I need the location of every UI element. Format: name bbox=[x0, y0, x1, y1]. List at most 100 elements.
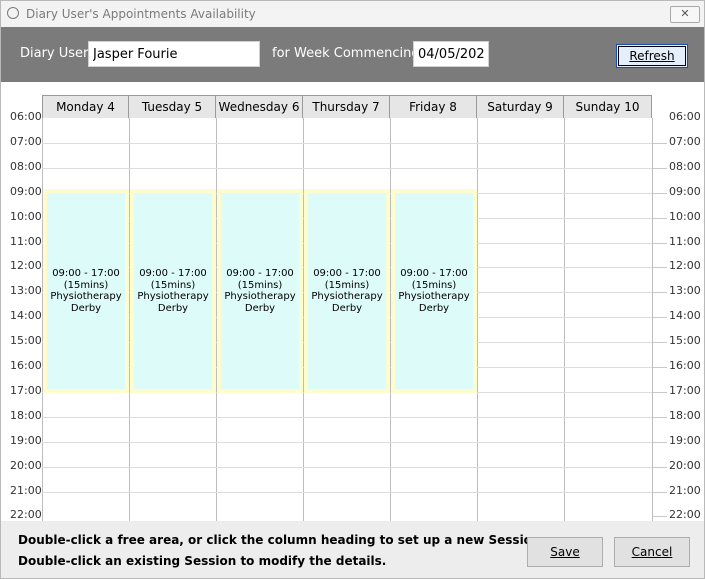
time-label-right: 16:00 bbox=[669, 359, 701, 372]
time-label-right: 20:00 bbox=[669, 459, 701, 472]
title-bar: Diary User's Appointments Availability ✕ bbox=[1, 1, 704, 27]
refresh-label: Refresh bbox=[629, 49, 675, 63]
grid-hour-line bbox=[42, 168, 652, 169]
week-commencing-field[interactable] bbox=[413, 41, 489, 67]
grid-hour-line bbox=[42, 492, 652, 493]
time-label-left: 19:00 bbox=[10, 434, 42, 447]
time-label-right: 12:00 bbox=[669, 259, 701, 272]
time-label-left: 22:00 bbox=[10, 508, 42, 521]
time-label-right: 08:00 bbox=[669, 160, 701, 173]
session-block[interactable]: 09:00 - 17:00 (15mins) Physiotherapy Derby bbox=[391, 189, 477, 393]
time-label-right: 18:00 bbox=[669, 409, 701, 422]
day-heading[interactable]: Tuesday 5 bbox=[129, 95, 216, 118]
time-label-left: 15:00 bbox=[10, 334, 42, 347]
time-tick bbox=[653, 218, 667, 219]
cancel-label: Cancel bbox=[631, 545, 673, 559]
close-button[interactable]: ✕ bbox=[670, 6, 700, 23]
time-tick bbox=[653, 168, 667, 169]
time-tick bbox=[653, 392, 667, 393]
hint-modify-session: Double-click an existing Session to modi… bbox=[18, 554, 387, 568]
save-label: Save bbox=[550, 545, 580, 559]
day-heading[interactable]: Monday 4 bbox=[42, 95, 129, 118]
grid-hour-line bbox=[42, 143, 652, 144]
app-icon bbox=[7, 7, 19, 19]
grid-column-line bbox=[564, 118, 565, 521]
time-label-right: 22:00 bbox=[669, 508, 701, 521]
day-heading[interactable]: Sunday 10 bbox=[564, 95, 652, 118]
time-label-right: 21:00 bbox=[669, 484, 701, 497]
diary-user-field[interactable] bbox=[88, 41, 260, 67]
time-tick bbox=[653, 342, 667, 343]
time-label-right: 17:00 bbox=[669, 384, 701, 397]
week-commencing-label: for Week Commencing bbox=[272, 46, 420, 61]
diary-user-label: Diary User bbox=[20, 46, 89, 61]
time-label-left: 17:00 bbox=[10, 384, 42, 397]
time-label-left: 21:00 bbox=[10, 484, 42, 497]
time-label-left: 16:00 bbox=[10, 359, 42, 372]
time-tick bbox=[653, 492, 667, 493]
grid-hour-line bbox=[42, 417, 652, 418]
session-type: Physiotherapy bbox=[398, 291, 470, 302]
session-interval: (15mins) bbox=[324, 279, 370, 291]
week-calendar[interactable]: 06:00 06:00 07:00 07:00 08:00 08:00 09:00 09:00… bbox=[1, 82, 704, 521]
session-block[interactable]: 09:00 - 17:00 (15mins) Physiotherapy Derby bbox=[217, 189, 303, 393]
refresh-button[interactable]: Refresh bbox=[616, 44, 688, 68]
close-icon: ✕ bbox=[680, 7, 690, 20]
session-type: Physiotherapy bbox=[224, 291, 296, 302]
time-label-right: 13:00 bbox=[669, 284, 701, 297]
time-label-left: 07:00 bbox=[10, 135, 42, 148]
time-tick bbox=[653, 193, 667, 194]
day-heading[interactable]: Wednesday 6 bbox=[216, 95, 303, 118]
session-time: 09:00 - 17:00 bbox=[313, 268, 381, 279]
time-label-right: 11:00 bbox=[669, 235, 701, 248]
time-label-right: 07:00 bbox=[669, 135, 701, 148]
time-label-left: 10:00 bbox=[10, 210, 42, 223]
time-tick bbox=[653, 467, 667, 468]
time-tick bbox=[653, 317, 667, 318]
time-tick bbox=[653, 143, 667, 144]
session-time: 09:00 - 17:00 bbox=[226, 268, 294, 279]
time-label-left: 09:00 bbox=[10, 185, 42, 198]
session-block[interactable]: 09:00 - 17:00 (15mins) Physiotherapy Derby bbox=[130, 189, 216, 393]
cancel-button[interactable]: Cancel bbox=[614, 537, 690, 567]
grid-column-line bbox=[652, 118, 653, 521]
time-label-right: 19:00 bbox=[669, 434, 701, 447]
day-heading[interactable]: Friday 8 bbox=[390, 95, 477, 118]
session-time: 09:00 - 17:00 bbox=[139, 268, 207, 279]
time-label-left: 08:00 bbox=[10, 160, 42, 173]
grid-hour-line bbox=[42, 467, 652, 468]
session-location: Derby bbox=[331, 302, 363, 314]
filter-bar: Diary User for Week Commencing bbox=[1, 27, 704, 82]
time-label-left: 18:00 bbox=[10, 409, 42, 422]
time-tick bbox=[653, 367, 667, 368]
window-title: Diary User's Appointments Availability bbox=[26, 7, 256, 21]
session-interval: (15mins) bbox=[411, 279, 457, 291]
time-label-left: 12:00 bbox=[10, 259, 42, 272]
session-location: Derby bbox=[70, 302, 102, 314]
time-label-left: 06:00 bbox=[10, 110, 42, 123]
session-location: Derby bbox=[157, 302, 189, 314]
session-block[interactable]: 09:00 - 17:00 (15mins) Physiotherapy Derby bbox=[43, 189, 129, 393]
time-tick bbox=[653, 442, 667, 443]
session-type: Physiotherapy bbox=[311, 291, 383, 302]
day-heading[interactable]: Thursday 7 bbox=[303, 95, 390, 118]
session-type: Physiotherapy bbox=[137, 291, 209, 302]
hint-new-session: Double-click a free area, or click the c… bbox=[18, 533, 546, 547]
session-block[interactable]: 09:00 - 17:00 (15mins) Physiotherapy Derby bbox=[304, 189, 390, 393]
time-tick bbox=[653, 267, 667, 268]
save-button[interactable]: Save bbox=[527, 537, 603, 567]
session-interval: (15mins) bbox=[63, 279, 109, 291]
time-label-right: 15:00 bbox=[669, 334, 701, 347]
time-tick bbox=[653, 417, 667, 418]
session-type: Physiotherapy bbox=[50, 291, 122, 302]
time-label-left: 20:00 bbox=[10, 459, 42, 472]
time-tick bbox=[653, 292, 667, 293]
time-label-right: 14:00 bbox=[669, 309, 701, 322]
time-label-right: 09:00 bbox=[669, 185, 701, 198]
time-tick bbox=[653, 516, 667, 517]
time-tick bbox=[653, 243, 667, 244]
time-label-left: 13:00 bbox=[10, 284, 42, 297]
session-interval: (15mins) bbox=[237, 279, 283, 291]
day-heading[interactable]: Saturday 9 bbox=[477, 95, 564, 118]
appointments-window: Diary User's Appointments Availability ✕… bbox=[0, 0, 705, 579]
